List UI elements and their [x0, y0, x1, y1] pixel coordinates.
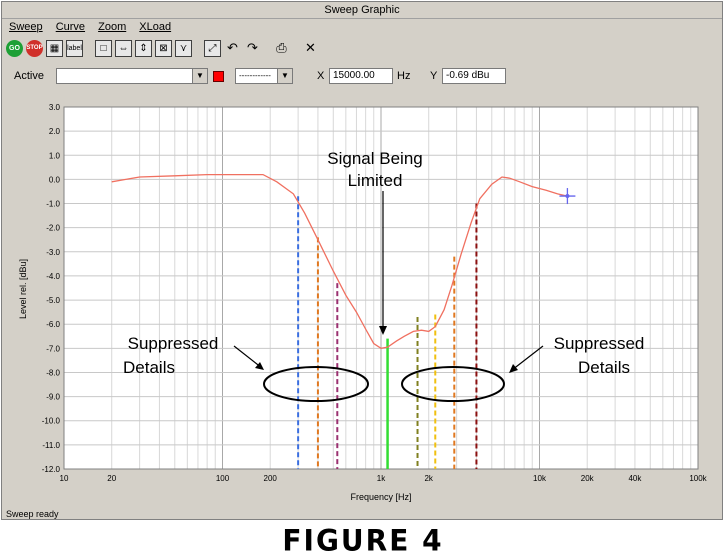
- x-tick-label: 20: [107, 474, 116, 483]
- line-style-select[interactable]: ------------ ▼: [235, 68, 293, 84]
- cursor-control-row: Active ▼ ------------ ▼ X 15000.00 Hz Y …: [2, 64, 722, 90]
- y-tick-label: 2.0: [49, 127, 61, 136]
- print-icon[interactable]: ⎙: [273, 40, 290, 57]
- menu-bar: Sweep Curve Zoom XLoad: [2, 19, 722, 35]
- active-curve-select[interactable]: ▼: [56, 68, 208, 84]
- y-tick-label: -5.0: [46, 296, 60, 305]
- y-tick-label: -8.0: [46, 368, 60, 377]
- x-value-field[interactable]: 15000.00: [329, 68, 393, 84]
- x-tick-label: 100: [216, 474, 230, 483]
- cursor-dot: [565, 194, 570, 199]
- sweep-chart[interactable]: 3.0 2.0 1.0 0.0 -1.0 -2.0 -3.0 -4.0 -5.0 -6.0 -7.0…: [6, 94, 718, 506]
- zoom-x-icon[interactable]: ⇔: [115, 39, 132, 57]
- toolbar-divider: [195, 40, 201, 57]
- zoom-full-icon[interactable]: □: [95, 39, 112, 57]
- signal-annotation-line1: Signal Being: [327, 149, 422, 168]
- y-tick-labels: 3.0 2.0 1.0 0.0 -1.0 -2.0 -3.0 -4.0 -5.0 -6.0 -7.0…: [42, 103, 61, 474]
- chart-settings-icon[interactable]: ▦: [46, 39, 63, 57]
- x-tick-label: 1k: [377, 474, 386, 483]
- left-annotation-line1: Suppressed: [128, 334, 219, 353]
- menu-curve[interactable]: Curve: [56, 21, 85, 33]
- y-tick-label: 1.0: [49, 151, 61, 160]
- plot-area: 3.0 2.0 1.0 0.0 -1.0 -2.0 -3.0 -4.0 -5.0 -6.0 -7.0…: [6, 94, 718, 506]
- status-bar: Sweep ready: [6, 509, 59, 519]
- signal-annotation-line2: Limited: [348, 171, 403, 190]
- chevron-down-icon[interactable]: ▼: [277, 69, 292, 83]
- label-button[interactable]: label: [66, 39, 83, 57]
- menu-sweep[interactable]: Sweep: [9, 21, 43, 33]
- line-style-value: ------------: [239, 71, 271, 80]
- go-button[interactable]: GO: [6, 39, 23, 57]
- chevron-down-icon[interactable]: ▼: [192, 69, 207, 83]
- curve-color-swatch[interactable]: [213, 71, 224, 82]
- y-tick-label: -7.0: [46, 344, 60, 353]
- right-annotation-line2: Details: [578, 358, 630, 377]
- x-tick-label: 40k: [628, 474, 642, 483]
- redo-icon[interactable]: ↷: [244, 40, 261, 57]
- y-tick-label: -3.0: [46, 248, 60, 257]
- x-unit: Hz: [397, 70, 411, 82]
- zoom-curve-icon[interactable]: ⋎: [175, 39, 192, 57]
- x-tick-label: 20k: [581, 474, 595, 483]
- menu-xload[interactable]: XLoad: [139, 21, 171, 33]
- autoscale-icon[interactable]: ⤢: [204, 39, 221, 57]
- y-tick-label: -9.0: [46, 393, 60, 402]
- x-axis-label: Frequency [Hz]: [350, 492, 411, 502]
- stop-button[interactable]: STOP: [26, 39, 43, 57]
- zoom-y-icon[interactable]: ⇕: [135, 39, 152, 57]
- x-tick-label: 2k: [424, 474, 433, 483]
- y-label: Y: [430, 70, 438, 82]
- y-tick-label: -10.0: [42, 417, 61, 426]
- figure-caption: FIGURE 4: [282, 523, 444, 558]
- toolbar-divider: [293, 40, 299, 57]
- y-tick-label: 0.0: [49, 175, 61, 184]
- window-title: Sweep Graphic: [2, 2, 722, 19]
- x-tick-label: 10: [60, 474, 69, 483]
- sweep-graphic-window: Sweep Graphic Sweep Curve Zoom XLoad GO …: [1, 1, 723, 520]
- toolbar-divider: [86, 40, 92, 57]
- close-icon[interactable]: ✕: [302, 40, 319, 57]
- zoom-box-icon[interactable]: ⊠: [155, 39, 172, 57]
- y-tick-label: -1.0: [46, 200, 60, 209]
- toolbar-divider: [264, 40, 270, 57]
- y-tick-label: -4.0: [46, 272, 60, 281]
- left-annotation-line2: Details: [123, 358, 175, 377]
- y-tick-label: -6.0: [46, 320, 60, 329]
- y-tick-label: 3.0: [49, 103, 61, 112]
- toolbar: GO STOP ▦ label □ ⇔ ⇕ ⊠ ⋎ ⤢ ↶ ↷ ⎙ ✕: [6, 37, 319, 59]
- y-tick-label: -11.0: [42, 441, 60, 450]
- undo-icon[interactable]: ↶: [224, 40, 241, 57]
- x-label: X: [317, 70, 325, 82]
- active-label: Active: [14, 70, 44, 82]
- right-annotation-line1: Suppressed: [554, 334, 645, 353]
- x-tick-labels: 10 20 100 200 1k 2k 10k 20k 40k 100k: [60, 474, 708, 483]
- y-tick-label: -12.0: [42, 465, 61, 474]
- x-tick-label: 200: [264, 474, 278, 483]
- y-tick-label: -2.0: [46, 224, 60, 233]
- x-tick-label: 100k: [689, 474, 707, 483]
- menu-zoom[interactable]: Zoom: [98, 21, 126, 33]
- y-value-field[interactable]: -0.69 dBu: [442, 68, 506, 84]
- x-tick-label: 10k: [533, 474, 547, 483]
- y-axis-label: Level rel. [dBu]: [18, 259, 28, 319]
